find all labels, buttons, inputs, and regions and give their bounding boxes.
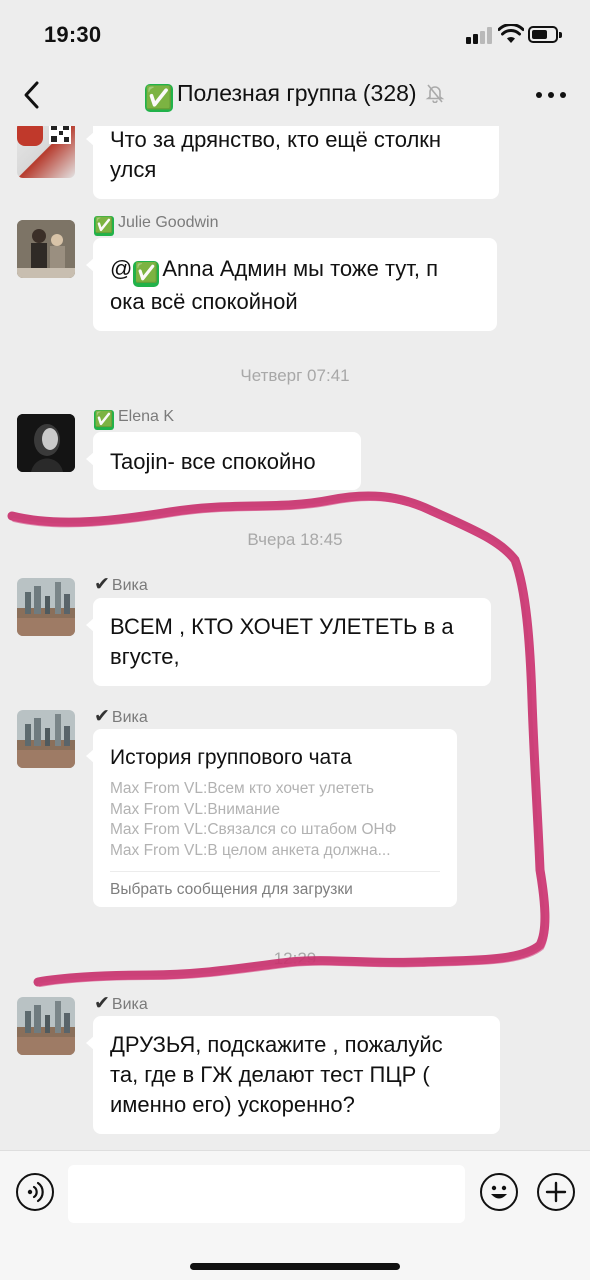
message-text-line: ДРУЗЬЯ, подскажите , пожалуйс	[110, 1032, 443, 1057]
message-text-line: та, где в ГЖ делают тест ПЦР (	[110, 1062, 430, 1087]
message-text-line: вгусте,	[110, 644, 180, 669]
message-bubble[interactable]: @ ✅ Anna Админ мы тоже тут, п ока всё спок…	[86, 238, 497, 331]
chat-history-card[interactable]: История группового чата Max From VL:Всем…	[86, 729, 457, 907]
more-dots-icon[interactable]	[536, 92, 566, 100]
sender-name: ✔ Вика	[94, 706, 148, 727]
checkmark-icon: ✔	[94, 574, 110, 595]
home-indicator[interactable]	[190, 1263, 400, 1270]
message-bubble[interactable]: ДРУЗЬЯ, подскажите , пожалуйс та, где в …	[86, 1016, 500, 1134]
sender-name: ✔ Вика	[94, 993, 148, 1014]
time-divider: Четверг 07:41	[240, 366, 350, 385]
avatar[interactable]	[17, 578, 75, 636]
wifi-icon	[498, 24, 524, 43]
verified-badge-icon: ✅	[133, 261, 160, 287]
voice-icon[interactable]	[16, 1173, 54, 1211]
message-text-line: улся	[110, 157, 157, 182]
message-text-line: @ ✅ Anna Админ мы тоже тут, п	[110, 254, 479, 287]
signal-icon	[466, 26, 492, 44]
emoji-icon[interactable]	[480, 1173, 518, 1211]
sender-name: ✅ Julie Goodwin	[94, 214, 219, 236]
chat-header: ✅ Полезная группа (328)	[0, 66, 590, 126]
mention-at: @	[110, 256, 133, 281]
checkmark-icon: ✔	[94, 993, 110, 1014]
chat-title-wrap[interactable]: ✅ Полезная группа (328)	[0, 80, 590, 112]
history-line: Max From VL:Связался со штабом ОНФ	[110, 821, 397, 838]
time-divider: 12:29	[273, 949, 317, 968]
message-list[interactable]: Что за дрянство, кто ещё столкн улся ✅ Ju…	[0, 126, 590, 1150]
message-text-line: Taojin- все спокойно	[110, 449, 316, 474]
message-bubble[interactable]: Taojin- все спокойно	[86, 432, 361, 490]
input-bar	[0, 1150, 590, 1280]
avatar[interactable]	[17, 220, 75, 278]
status-bar: 19:30	[0, 0, 590, 66]
avatar[interactable]	[17, 997, 75, 1055]
sender-name: ✔ Вика	[94, 574, 148, 595]
verified-badge-icon: ✅	[144, 84, 173, 112]
verified-icon: ✅	[94, 410, 114, 430]
plus-icon[interactable]	[537, 1173, 575, 1211]
message-text-line: ВСЕМ , КТО ХОЧЕТ УЛЕТЕТЬ в а	[110, 614, 454, 639]
history-title: История группового чата	[110, 746, 352, 769]
history-footer: Выбрать сообщения для загрузки	[110, 871, 440, 907]
verified-icon: ✅	[94, 216, 114, 236]
message-input[interactable]	[68, 1165, 465, 1223]
message-text-line: именно его) ускоренно?	[110, 1092, 355, 1117]
time-divider: Вчера 18:45	[247, 530, 343, 549]
chat-title: Полезная группа (328)	[176, 80, 417, 106]
history-line: Max From VL:Всем кто хочет улететь	[110, 780, 375, 797]
avatar[interactable]	[17, 710, 75, 768]
message-text-line: Что за дрянство, кто ещё столкн	[110, 127, 442, 152]
sender-name: ✅ Elena K	[94, 408, 175, 430]
message-text-line: ока всё спокойной	[110, 289, 298, 314]
status-time: 19:30	[44, 22, 102, 47]
bell-slash-icon	[425, 84, 445, 103]
message-bubble[interactable]: ВСЕМ , КТО ХОЧЕТ УЛЕТЕТЬ в а вгусте,	[86, 598, 491, 686]
avatar[interactable]	[17, 414, 75, 472]
message-bubble[interactable]: Что за дрянство, кто ещё столкн улся	[86, 126, 499, 199]
checkmark-icon: ✔	[94, 706, 110, 727]
avatar[interactable]	[17, 126, 75, 178]
battery-icon	[528, 26, 562, 43]
history-line: Max From VL:В целом анкета должна...	[110, 841, 391, 859]
history-line: Max From VL:Внимание	[110, 800, 280, 818]
